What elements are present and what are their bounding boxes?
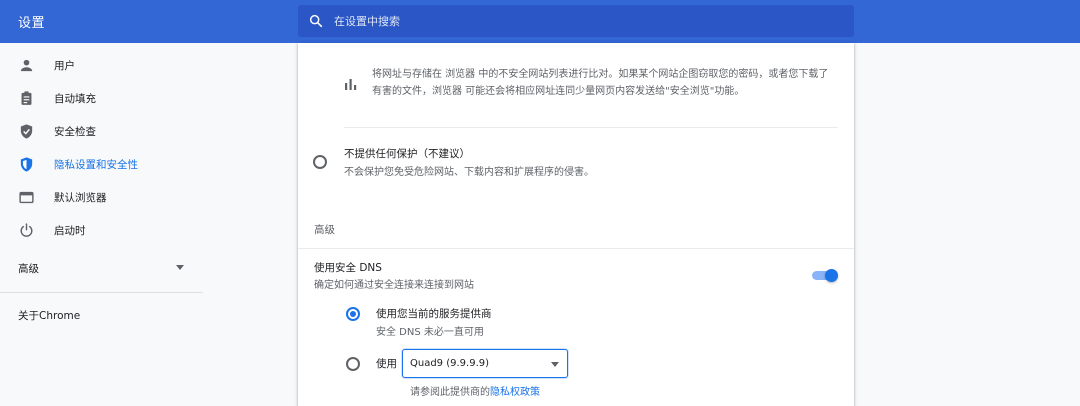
sidebar-divider xyxy=(0,292,203,293)
privacy-policy-link[interactable]: 隐私权政策 xyxy=(490,387,540,398)
sidebar-item-about-chrome[interactable]: 关于Chrome xyxy=(18,308,80,323)
chevron-down-icon xyxy=(176,265,184,270)
current-provider-subtitle: 安全 DNS 未必一直可用 xyxy=(376,327,484,338)
toggle-knob xyxy=(825,269,838,282)
sidebar-item-label: 安全检查 xyxy=(54,126,96,138)
sidebar-item-label: 启动时 xyxy=(54,225,86,237)
sidebar-item-people[interactable]: 用户 xyxy=(0,49,210,82)
top-bar: 设置 xyxy=(0,0,1080,43)
sidebar-item-on-startup[interactable]: 启动时 xyxy=(0,214,210,247)
section-divider xyxy=(298,248,854,249)
search-icon xyxy=(309,14,323,28)
sidebar-item-label: 默认浏览器 xyxy=(54,192,107,204)
advanced-label: 高级 xyxy=(18,263,39,275)
chevron-down-icon xyxy=(551,362,559,367)
search-input[interactable] xyxy=(334,5,834,37)
sidebar-item-safety-check[interactable]: 安全检查 xyxy=(0,115,210,148)
clipboard-icon xyxy=(21,91,32,105)
secure-dns-title: 使用安全 DNS xyxy=(314,262,382,274)
sidebar-item-label: 自动填充 xyxy=(54,93,96,105)
shield-icon xyxy=(20,157,33,172)
secure-dns-subtitle: 确定如何通过安全连接来连接到网站 xyxy=(314,280,474,291)
privacy-policy-prefix: 请参阅此提供商的 xyxy=(410,387,490,398)
secure-dns-toggle[interactable] xyxy=(812,269,838,282)
dns-provider-select[interactable]: Quad9 (9.9.9.9) xyxy=(402,349,568,378)
current-provider-radio[interactable] xyxy=(346,307,360,321)
enhanced-protection-description: 将网址与存储在 浏览器 中的不安全网站列表进行比对。如果某个网站企图窃取您的密码… xyxy=(372,69,829,97)
advanced-section-heading: 高级 xyxy=(314,224,335,236)
privacy-settings-card: 将网址与存储在 浏览器 中的不安全网站列表进行比对。如果某个网站企图窃取您的密码… xyxy=(298,43,854,406)
dns-provider-value: Quad9 (9.9.9.9) xyxy=(410,358,490,369)
sidebar-item-label: 隐私设置和安全性 xyxy=(54,159,138,171)
sidebar-item-privacy[interactable]: 隐私设置和安全性 xyxy=(0,148,210,181)
no-protection-title: 不提供任何保护（不建议） xyxy=(344,148,470,160)
sidebar-item-label: 用户 xyxy=(54,60,75,72)
sidebar: 用户 自动填充 安全检查 隐私设置和安全性 默认浏览器 启动时 高级 关于Chr… xyxy=(0,43,210,406)
search-box[interactable] xyxy=(298,5,854,37)
custom-provider-radio[interactable] xyxy=(346,357,360,371)
sidebar-item-default-browser[interactable]: 默认浏览器 xyxy=(0,181,210,214)
current-provider-title: 使用您当前的服务提供商 xyxy=(376,308,492,320)
shield-check-icon xyxy=(20,124,33,139)
power-icon xyxy=(20,223,33,237)
privacy-policy-line: 请参阅此提供商的隐私权政策 xyxy=(410,383,540,398)
sidebar-advanced-toggle[interactable]: 高级 xyxy=(0,253,210,283)
row-divider xyxy=(344,127,838,128)
person-icon xyxy=(20,59,33,72)
page-title: 设置 xyxy=(18,16,46,31)
custom-provider-label: 使用 xyxy=(376,358,397,370)
browser-icon xyxy=(19,191,34,204)
no-protection-subtitle: 不会保护您免受危险网站、下载内容和扩展程序的侵害。 xyxy=(344,167,594,178)
sidebar-item-autofill[interactable]: 自动填充 xyxy=(0,82,210,115)
bar-chart-icon xyxy=(345,79,357,90)
no-protection-radio[interactable] xyxy=(313,155,327,169)
